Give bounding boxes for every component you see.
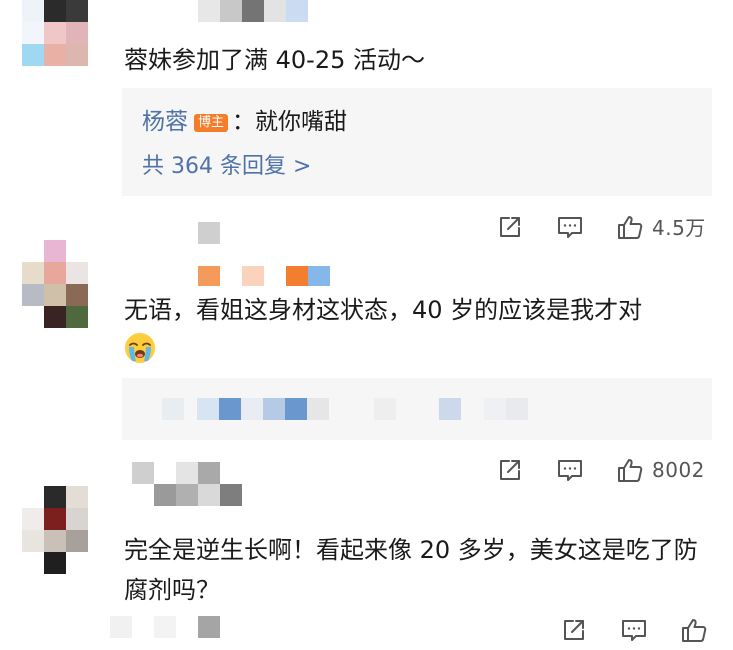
reply-text: 就你嘴甜 bbox=[255, 109, 348, 135]
comment-text: 蓉妹参加了满 40-25 活动～ bbox=[124, 46, 425, 74]
comment-icon[interactable] bbox=[556, 456, 584, 484]
comment-text: 无语，看姐这身材这状态，40 岁的应该是我才对 bbox=[124, 290, 714, 370]
avatar[interactable] bbox=[22, 486, 88, 574]
share-icon[interactable] bbox=[496, 213, 524, 241]
reply-preview[interactable]: 杨蓉 博主 ：就你嘴甜 共 364 条回复 > bbox=[122, 88, 712, 196]
comment-actions bbox=[560, 616, 716, 644]
reply-separator: ： bbox=[232, 109, 256, 135]
reply-author[interactable]: 杨蓉 bbox=[142, 109, 188, 135]
share-icon[interactable] bbox=[560, 616, 588, 644]
comment-feed: 蓉妹参加了满 40-25 活动～ 杨蓉 博主 ：就你嘴甜 共 364 条回复 > 4… bbox=[0, 0, 733, 650]
reply-preview[interactable] bbox=[122, 378, 712, 440]
reply-line: 杨蓉 博主 ：就你嘴甜 bbox=[142, 102, 347, 136]
username[interactable] bbox=[198, 222, 330, 288]
thumbs-up-icon[interactable] bbox=[616, 213, 644, 241]
username[interactable] bbox=[198, 0, 308, 22]
thumbs-up-icon[interactable] bbox=[680, 616, 708, 644]
blogger-badge: 博主 bbox=[194, 114, 229, 132]
username[interactable] bbox=[132, 462, 242, 506]
like-count: 4.5万 bbox=[652, 216, 706, 240]
avatar[interactable] bbox=[22, 0, 88, 66]
thumbs-up-icon[interactable] bbox=[616, 456, 644, 484]
share-icon[interactable] bbox=[496, 456, 524, 484]
comment-actions: 8002 bbox=[496, 456, 705, 484]
comment-icon[interactable] bbox=[620, 616, 648, 644]
comment-body: 无语，看姐这身材这状态，40 岁的应该是我才对 bbox=[124, 296, 643, 324]
view-replies-link[interactable]: 共 364 条回复 > bbox=[142, 148, 311, 180]
like-count: 8002 bbox=[652, 458, 705, 482]
reply-preview-censored bbox=[142, 398, 532, 420]
crying-face-icon bbox=[124, 332, 156, 364]
comment-text: 完全是逆生长啊！看起来像 20 多岁，美女这是吃了防腐剂吗？ bbox=[124, 536, 698, 604]
comment-actions: 4.5万 bbox=[496, 212, 706, 241]
avatar[interactable] bbox=[22, 240, 88, 328]
reply-preview-censored bbox=[110, 616, 220, 638]
comment-icon[interactable] bbox=[556, 213, 584, 241]
